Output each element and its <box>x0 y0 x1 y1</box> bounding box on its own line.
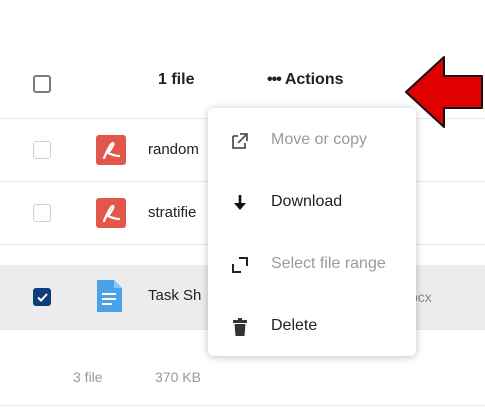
footer-total-size: 370 KB <box>155 369 201 385</box>
trash-icon <box>233 318 247 336</box>
menu-item-label: Move or copy <box>271 131 368 148</box>
row-checkbox[interactable] <box>33 204 51 222</box>
file-name[interactable]: Task Sh <box>148 287 201 304</box>
file-name[interactable]: stratifie <box>148 204 196 221</box>
red-pointer-arrow-icon <box>405 56 483 128</box>
document-file-icon <box>97 280 122 312</box>
row-checkbox[interactable] <box>33 141 51 159</box>
row-checkbox-checked[interactable] <box>33 288 51 306</box>
select-all-checkbox[interactable] <box>33 75 51 93</box>
more-dots-icon: ••• <box>267 71 282 88</box>
pdf-file-icon <box>96 198 126 228</box>
file-name[interactable]: random <box>148 141 199 158</box>
actions-menu: Move or copy Download Select file range … <box>208 108 416 356</box>
menu-item-move-or-copy[interactable]: Move or copy <box>208 116 416 166</box>
menu-item-download[interactable]: Download <box>208 178 416 228</box>
select-range-icon <box>232 257 248 273</box>
menu-item-label: Select file range <box>271 255 386 272</box>
menu-item-label: Download <box>271 193 343 210</box>
menu-item-select-file-range[interactable]: Select file range <box>208 240 416 290</box>
actions-button[interactable]: ••• Actions <box>267 71 343 89</box>
checkmark-icon <box>37 293 48 302</box>
download-arrow-icon <box>234 195 246 210</box>
external-link-icon <box>232 133 248 149</box>
actions-label: Actions <box>284 71 344 88</box>
menu-item-label: Delete <box>271 317 318 334</box>
footer-file-count: 3 file <box>73 369 103 385</box>
selected-count: 1 file <box>158 71 195 88</box>
pdf-file-icon <box>96 135 126 165</box>
menu-item-delete[interactable]: Delete <box>208 302 416 352</box>
